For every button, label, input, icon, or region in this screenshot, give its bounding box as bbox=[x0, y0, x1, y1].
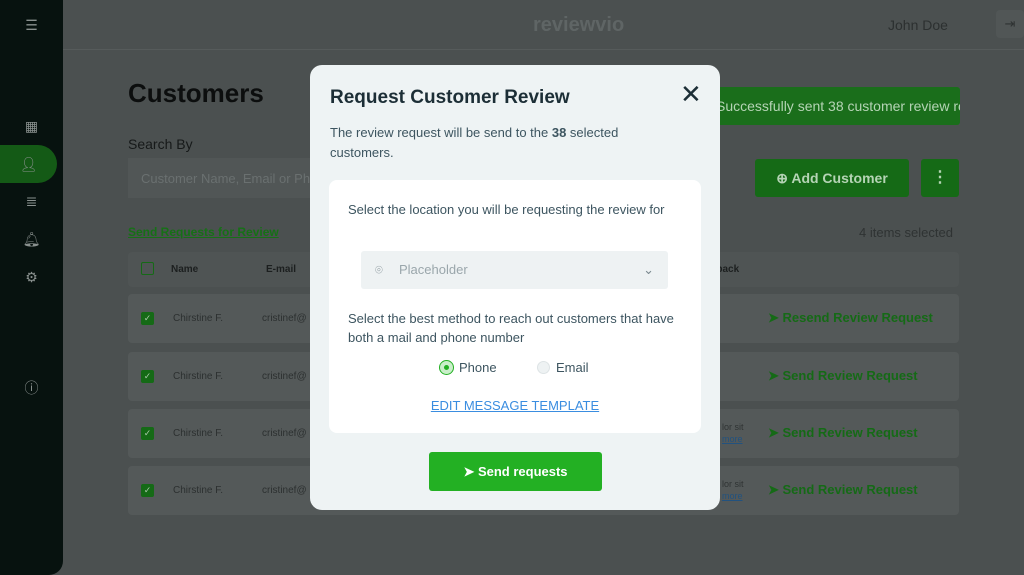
list-icon[interactable]: ≣ bbox=[0, 193, 63, 210]
row-action-label: Resend Review Request bbox=[782, 310, 933, 325]
row-checkbox[interactable]: ✓ bbox=[141, 312, 154, 325]
row-name: Chirstine F. bbox=[173, 428, 224, 439]
row-checkbox[interactable]: ✓ bbox=[141, 370, 154, 383]
add-customer-button[interactable]: ⊕ Add Customer bbox=[755, 159, 909, 197]
header-name[interactable]: Name bbox=[171, 264, 198, 275]
gear-icon[interactable]: ⚙ bbox=[0, 269, 63, 286]
radio-unchecked-icon bbox=[537, 361, 550, 374]
row-name: Chirstine F. bbox=[173, 313, 224, 324]
user-icon[interactable]: 👤︎ bbox=[0, 156, 57, 173]
row-name: Chirstine F. bbox=[173, 485, 224, 496]
chevron-down-icon: ⌄ bbox=[643, 262, 654, 277]
bell-icon[interactable]: 🔔︎ bbox=[0, 231, 63, 248]
select-all-checkbox[interactable] bbox=[141, 262, 154, 275]
send-icon: ➤ bbox=[463, 464, 478, 479]
logo: reviewvio bbox=[533, 14, 625, 36]
modal-description: The review request will be send to the 3… bbox=[330, 123, 660, 163]
request-review-modal: Request Customer Review ✕ The review req… bbox=[310, 65, 720, 510]
header-email[interactable]: E-mail bbox=[266, 264, 296, 275]
location-pin-icon: ⌾ bbox=[375, 262, 383, 277]
read-more-link[interactable]: more bbox=[722, 491, 743, 501]
row-action[interactable]: ➤ Resend Review Request bbox=[768, 310, 933, 326]
close-icon[interactable]: ✕ bbox=[680, 79, 702, 110]
row-feedback: lor sit more bbox=[722, 421, 744, 445]
radio-phone-label: Phone bbox=[459, 360, 497, 375]
add-customer-label: Add Customer bbox=[791, 170, 888, 186]
feedback-text: lor sit bbox=[722, 422, 744, 432]
row-email: cristinef@ bbox=[262, 485, 307, 496]
plus-circle-icon: ⊕ bbox=[776, 170, 792, 186]
row-checkbox[interactable]: ✓ bbox=[141, 484, 154, 497]
row-action-label: Send Review Request bbox=[782, 482, 918, 497]
send-requests-button[interactable]: ➤ Send requests bbox=[429, 452, 602, 491]
location-label: Select the location you will be requesti… bbox=[348, 202, 665, 217]
user-name[interactable]: John Doe bbox=[888, 17, 948, 33]
dashboard-icon[interactable]: ▦ bbox=[0, 118, 63, 135]
row-action-label: Send Review Request bbox=[782, 368, 918, 383]
row-action[interactable]: ➤ Send Review Request bbox=[768, 368, 918, 384]
read-more-link[interactable]: more bbox=[722, 434, 743, 444]
row-name: Chirstine F. bbox=[173, 371, 224, 382]
send-requests-link[interactable]: Send Requests for Review bbox=[128, 225, 279, 239]
row-email: cristinef@ bbox=[262, 313, 307, 324]
location-placeholder: Placeholder bbox=[399, 262, 468, 277]
more-options-button[interactable]: ⋮ bbox=[921, 159, 959, 197]
sidebar: ☰ ▦ 👤︎ ≣ 🔔︎ ⚙ ⓘ bbox=[0, 0, 63, 575]
search-label: Search By bbox=[128, 136, 193, 152]
edit-template-link[interactable]: EDIT MESSAGE TEMPLATE bbox=[329, 398, 701, 413]
selected-count: 38 bbox=[551, 125, 567, 140]
modal-title: Request Customer Review bbox=[330, 87, 570, 108]
page-title: Customers bbox=[128, 78, 264, 108]
row-action[interactable]: ➤ Send Review Request bbox=[768, 482, 918, 498]
row-email: cristinef@ bbox=[262, 428, 307, 439]
menu-icon[interactable]: ☰ bbox=[0, 17, 63, 34]
location-select[interactable]: ⌾ Placeholder ⌄ bbox=[361, 251, 668, 289]
send-requests-label: Send requests bbox=[477, 464, 568, 479]
row-action[interactable]: ➤ Send Review Request bbox=[768, 425, 918, 441]
desc-pre: The review request will be send to the bbox=[330, 125, 552, 140]
header: reviewvio John Doe ⇥ bbox=[63, 0, 1024, 50]
success-toast: Successfully sent 38 customer review req… bbox=[690, 87, 960, 125]
feedback-text: lor sit bbox=[722, 479, 744, 489]
logout-icon[interactable]: ⇥ bbox=[996, 10, 1024, 38]
radio-email[interactable]: Email bbox=[537, 360, 589, 375]
radio-email-label: Email bbox=[556, 360, 589, 375]
help-icon[interactable]: ⓘ bbox=[0, 378, 63, 398]
row-email: cristinef@ bbox=[262, 371, 307, 382]
radio-phone[interactable]: Phone bbox=[440, 360, 497, 375]
radio-checked-icon bbox=[440, 361, 453, 374]
method-label: Select the best method to reach out cust… bbox=[348, 311, 674, 345]
row-checkbox[interactable]: ✓ bbox=[141, 427, 154, 440]
row-feedback: lor sit more bbox=[722, 478, 744, 502]
row-action-label: Send Review Request bbox=[782, 425, 918, 440]
options-card: Select the location you will be requesti… bbox=[329, 180, 701, 433]
items-selected: 4 items selected bbox=[859, 225, 953, 240]
